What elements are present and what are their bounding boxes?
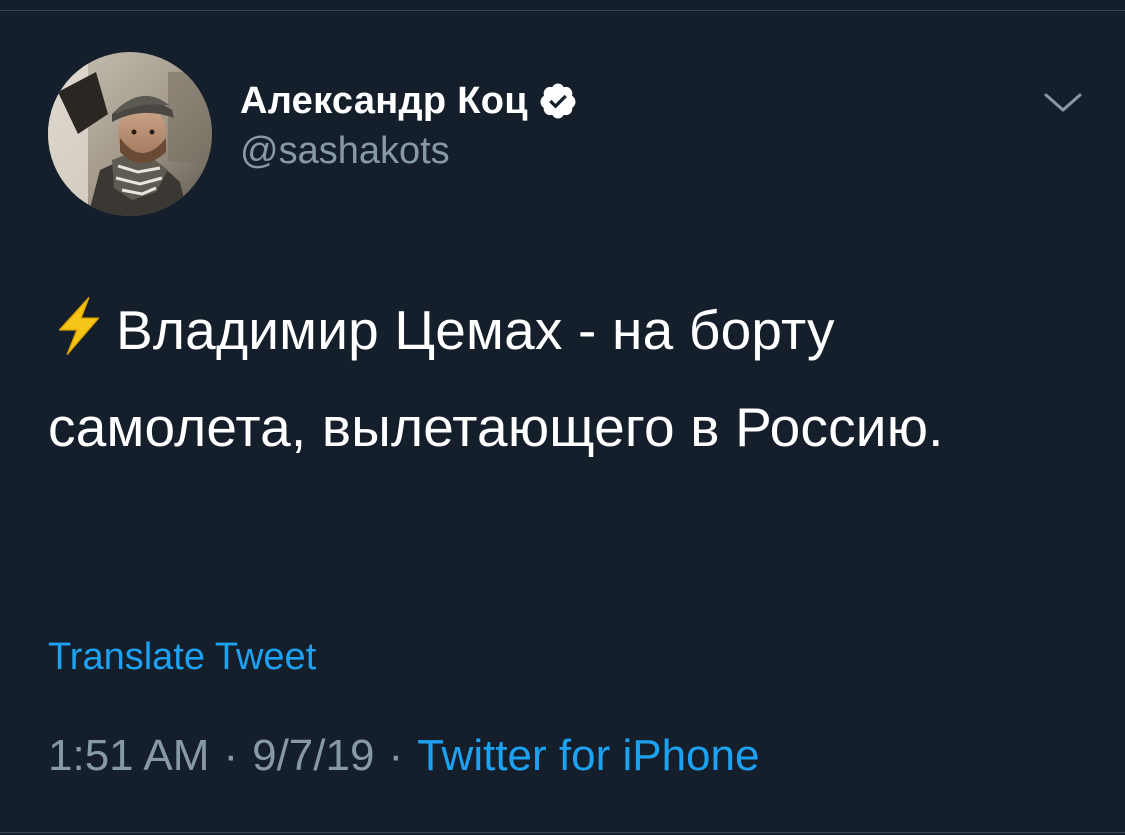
author-handle[interactable]: @sashakots (240, 130, 578, 173)
chevron-down-icon (1044, 93, 1082, 112)
tweet-text: Владимир Цемах - на борту самолета, выле… (48, 299, 944, 458)
tweet-meta: 1:51 AM · 9/7/19 · Twitter for iPhone (48, 731, 759, 781)
tweet-menu-button[interactable] (1040, 86, 1086, 120)
verified-badge-icon (538, 81, 578, 121)
tweet-source-link[interactable]: Twitter for iPhone (417, 731, 759, 780)
translate-tweet-link[interactable]: Translate Tweet (48, 636, 316, 679)
author-name-row[interactable]: Александр Коц (240, 76, 578, 126)
meta-separator: · (223, 731, 239, 780)
tweet-author: Александр Коц @sashakots (240, 76, 578, 173)
author-avatar[interactable] (48, 52, 212, 216)
avatar-photo-icon (48, 52, 212, 216)
tweet-body: Владимир Цемах - на борту самолета, выле… (48, 282, 1088, 476)
top-divider (0, 10, 1125, 11)
tweet-date: 9/7/19 (252, 731, 375, 780)
author-display-name[interactable]: Александр Коц (240, 80, 528, 123)
lightning-bolt-icon (48, 290, 110, 355)
tweet-time: 1:51 AM (48, 731, 210, 780)
meta-separator: · (388, 731, 404, 780)
bottom-divider (0, 832, 1125, 833)
